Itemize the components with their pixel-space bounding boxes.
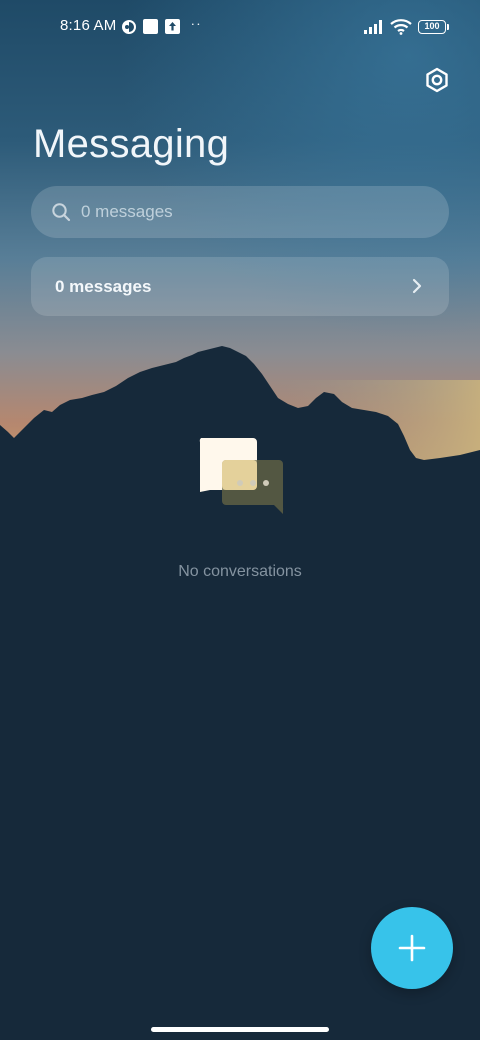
home-indicator[interactable] [151, 1027, 329, 1032]
wifi-icon [390, 19, 412, 35]
settings-button[interactable] [420, 63, 454, 97]
chevron-right-icon [412, 278, 422, 294]
messages-summary-card[interactable]: 0 messages [31, 257, 449, 316]
chat-bubbles-icon [199, 438, 284, 514]
battery-icon: 100 [418, 20, 446, 34]
vpn-key-icon [122, 20, 136, 34]
upload-icon [165, 19, 180, 34]
new-message-button[interactable] [371, 907, 453, 989]
notification-square-icon [143, 19, 158, 34]
summary-label: 0 messages [55, 277, 152, 296]
search-icon [52, 203, 71, 222]
more-notifications-icon: ·· [191, 17, 203, 33]
plus-icon [398, 934, 426, 962]
page-title: Messaging [33, 122, 230, 166]
status-time: 8:16 AM [60, 17, 117, 34]
cell-signal-icon [364, 20, 382, 34]
battery-tip [447, 24, 449, 30]
empty-state-text: No conversations [178, 563, 302, 580]
search-input[interactable] [81, 186, 421, 238]
settings-icon [426, 67, 448, 93]
status-bar: 8:16 AM ·· 100 [0, 0, 480, 56]
search-bar[interactable] [31, 186, 449, 238]
